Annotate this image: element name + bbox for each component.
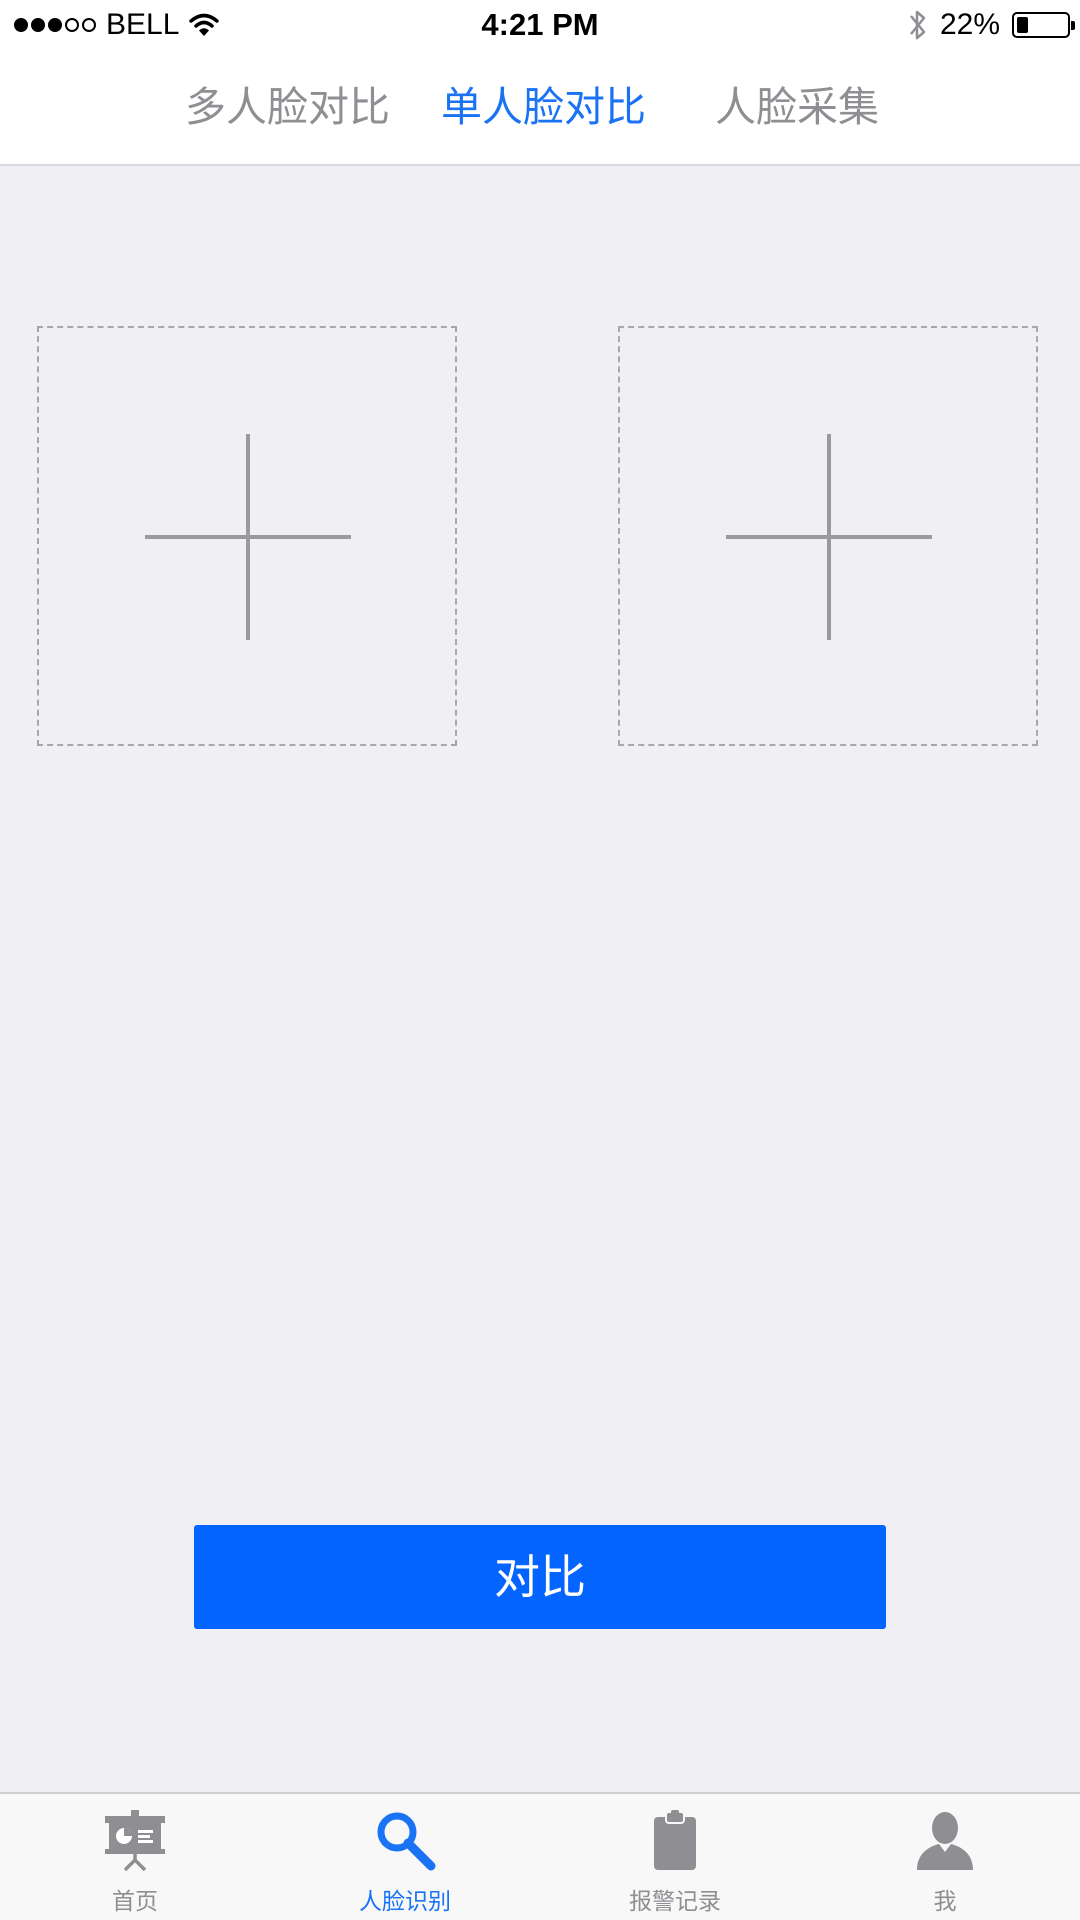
presentation-board-icon xyxy=(105,1810,165,1872)
tab-bar-label: 我 xyxy=(933,1889,957,1915)
battery-level xyxy=(1017,17,1028,33)
compare-button[interactable]: 对比 xyxy=(194,1525,886,1629)
tab-face-capture[interactable]: 人脸采集 xyxy=(715,50,879,164)
tab-bar-label: 报警记录 xyxy=(629,1889,721,1915)
tab-bar-face-recognition[interactable]: 人脸识别 xyxy=(270,1794,540,1920)
battery-percentage: 22% xyxy=(939,8,1000,41)
bottom-tab-bar: 首页 人脸识别 报警记录 我 xyxy=(0,1792,1080,1920)
add-photo-slot-right[interactable] xyxy=(618,326,1038,746)
tab-bar-home[interactable]: 首页 xyxy=(0,1794,270,1920)
tab-bar-label: 首页 xyxy=(112,1889,158,1915)
status-bar: BELL 4:21 PM 22% xyxy=(0,0,1080,50)
status-right: 22% xyxy=(908,0,1075,50)
tab-multi-face-compare[interactable]: 多人脸对比 xyxy=(185,50,390,164)
tab-bar-label: 人脸识别 xyxy=(359,1889,451,1915)
add-photo-slot-left[interactable] xyxy=(37,326,457,746)
plus-icon xyxy=(145,434,351,640)
tab-single-face-compare[interactable]: 单人脸对比 xyxy=(441,50,646,164)
person-icon xyxy=(917,1812,973,1870)
face-mode-tabs: 多人脸对比 单人脸对比 人脸采集 xyxy=(0,50,1080,166)
tab-bar-me[interactable]: 我 xyxy=(810,1794,1080,1920)
search-icon xyxy=(377,1812,436,1871)
bluetooth-icon xyxy=(909,10,926,40)
battery-icon xyxy=(1012,12,1075,38)
tab-bar-alarm-records[interactable]: 报警记录 xyxy=(540,1794,810,1920)
plus-icon xyxy=(726,434,932,640)
clipboard-icon xyxy=(654,1810,696,1870)
